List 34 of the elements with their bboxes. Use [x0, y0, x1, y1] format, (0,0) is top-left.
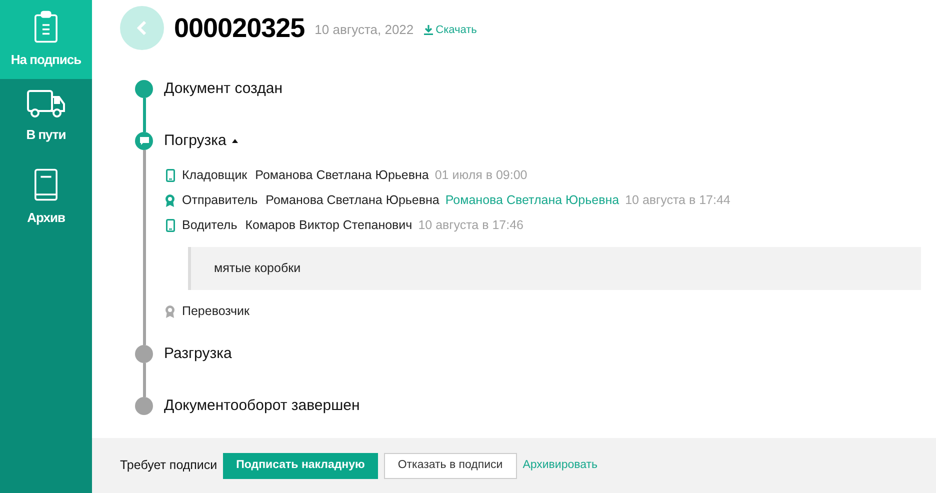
- participant-role: Перевозчик: [182, 303, 250, 320]
- sidebar-item[interactable]: На подпись: [0, 0, 92, 79]
- sidebar-label: На подпись: [10, 50, 82, 69]
- stage-title: Разгрузка: [164, 344, 232, 364]
- sign-time: 10 августа в 17:46: [418, 217, 524, 234]
- download-icon: [424, 25, 433, 35]
- chevron-left-icon: [137, 21, 147, 35]
- caret-up-icon[interactable]: [232, 139, 238, 143]
- participant-name: Романова Светлана Юрьевна: [266, 192, 440, 210]
- document-date: 10 августа, 2022: [314, 21, 414, 40]
- comment-icon: [140, 137, 148, 145]
- sign-button[interactable]: Подписать накладную: [223, 452, 378, 478]
- participant-role: Кладовщик: [182, 167, 248, 184]
- participant-name: Комаров Виктор Степанович: [245, 217, 412, 234]
- sidebar-label: В пути: [26, 126, 66, 144]
- document-number: 000020325: [174, 12, 305, 45]
- sidebar-item[interactable]: Архив: [0, 158, 92, 237]
- stage-title: Документ создан: [164, 78, 282, 99]
- archive-link[interactable]: Архивировать: [522, 456, 598, 474]
- sidebar-label: Архив: [27, 208, 65, 227]
- download-link[interactable]: Скачать: [424, 22, 477, 38]
- participant-role: Водитель: [182, 217, 238, 234]
- participant-role: Отправитель: [182, 192, 258, 210]
- stage-title: Документооборот завершен: [164, 396, 360, 416]
- stage-title: Погрузка: [164, 130, 226, 151]
- refuse-button[interactable]: Отказать в подписи: [384, 452, 517, 478]
- comment-text: мятые коробки: [214, 260, 301, 278]
- sign-time: 10 августа в 17:44: [625, 192, 730, 210]
- truck-icon: [26, 89, 66, 119]
- sign-time: 01 июля в 09:00: [434, 167, 528, 184]
- participant-name: Романова Светлана Юрьевна: [255, 167, 429, 184]
- sidebar-item[interactable]: В пути: [0, 79, 92, 158]
- status-text: Требует подписи: [120, 457, 218, 474]
- signer-link[interactable]: Романова Светлана Юрьевна: [445, 191, 620, 210]
